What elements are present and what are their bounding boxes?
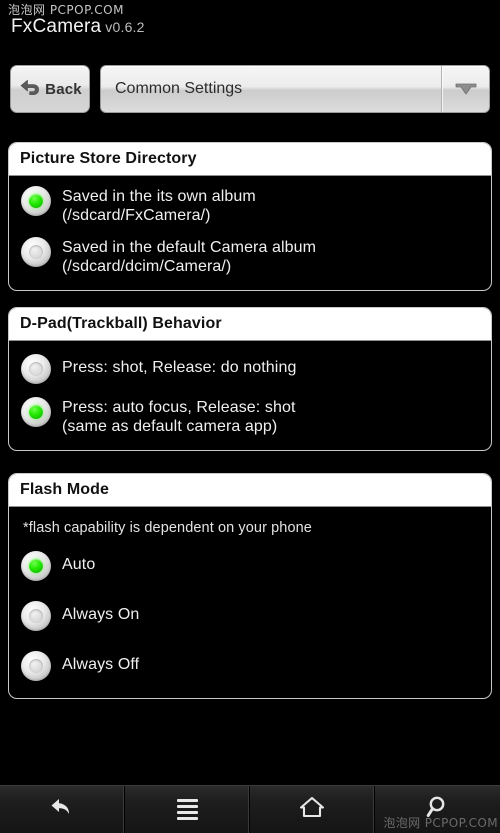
option-label: Saved in the its own album (/sdcard/FxCa… (62, 185, 256, 226)
flash-capability-note: *flash capability is dependent on your p… (23, 520, 312, 536)
back-arrow-icon (18, 77, 40, 102)
app-name: FxCamera (11, 16, 102, 37)
page-title: FxCamera v0.6.2 (11, 16, 145, 38)
option-line-1: Press: auto focus, Release: shot (62, 399, 296, 416)
option-label: Press: shot, Release: do nothing (62, 359, 296, 378)
panel-title: D-Pad(Trackball) Behavior (9, 308, 491, 341)
panel-body: *flash capability is dependent on your p… (9, 507, 491, 698)
panel-title: Picture Store Directory (9, 143, 491, 176)
option-row[interactable]: Auto (9, 540, 491, 590)
option-line-1: Press: shot, Release: do nothing (62, 358, 297, 376)
option-line-2: (/sdcard/dcim/Camera/) (62, 257, 232, 275)
radio-inner-dot (29, 405, 43, 419)
radio-inner-dot (29, 244, 43, 259)
radio-button[interactable] (21, 600, 51, 631)
radio-inner-dot (29, 608, 43, 623)
radio-button[interactable] (21, 186, 51, 216)
option-label: Press: auto focus, Release: shot (same a… (62, 396, 296, 437)
back-button-label: Back (45, 80, 82, 98)
option-line-1: Saved in the default Camera album (62, 238, 317, 256)
menu-icon (176, 799, 198, 820)
radio-button[interactable] (21, 550, 51, 581)
option-label: Auto (62, 556, 95, 575)
panel-dpad-behavior: D-Pad(Trackball) Behavior Press: shot, R… (8, 307, 492, 451)
nav-search-button[interactable] (375, 786, 500, 833)
option-row[interactable]: Press: auto focus, Release: shot (same a… (9, 391, 491, 442)
panel-body: Press: shot, Release: do nothing Press: … (9, 341, 491, 450)
option-line-1: Saved in the its own album (62, 188, 256, 205)
nav-back-button[interactable] (0, 786, 125, 833)
nav-home-button[interactable] (250, 786, 375, 833)
option-line-1: Always Off (62, 655, 140, 673)
system-navigation-bar (0, 785, 500, 833)
spinner-selected-value: Common Settings (115, 80, 243, 97)
panel-body: Saved in the its own album (/sdcard/FxCa… (9, 176, 491, 290)
radio-inner-dot (29, 658, 43, 673)
panel-flash-mode: Flash Mode *flash capability is dependen… (8, 473, 492, 699)
option-label: Always On (62, 606, 139, 625)
app-screen: 泡泡网 PCPOP.COM FxCamera v0.6.2 Back Common… (0, 0, 500, 833)
radio-inner-dot (29, 361, 43, 376)
radio-button[interactable] (21, 650, 51, 681)
option-row[interactable]: Always On (9, 590, 491, 640)
option-label: Saved in the default Camera album (/sdca… (62, 236, 316, 277)
chevron-down-icon[interactable] (441, 66, 489, 112)
option-line-1: Always On (62, 605, 140, 623)
option-line-2: (same as default camera app) (62, 417, 278, 435)
radio-button[interactable] (21, 397, 51, 427)
back-arrow-icon (49, 796, 75, 823)
panel-title: Flash Mode (9, 474, 491, 507)
option-row[interactable]: Always Off (9, 640, 491, 690)
settings-category-spinner[interactable]: Common Settings (100, 65, 490, 113)
home-icon (298, 795, 326, 824)
radio-inner-dot (29, 558, 43, 573)
toolbar: Back Common Settings (0, 63, 500, 115)
option-line-2: (/sdcard/FxCamera/) (62, 206, 211, 224)
radio-button[interactable] (21, 353, 51, 384)
option-row[interactable]: Saved in the default Camera album (/sdca… (9, 231, 491, 282)
back-button[interactable]: Back (10, 65, 90, 113)
nav-menu-button[interactable] (125, 786, 250, 833)
panel-picture-store-directory: Picture Store Directory Saved in the its… (8, 142, 492, 291)
option-row[interactable]: Saved in the its own album (/sdcard/FxCa… (9, 180, 491, 231)
radio-button[interactable] (21, 236, 51, 267)
search-icon (425, 794, 451, 825)
option-row[interactable]: Press: shot, Release: do nothing (9, 345, 491, 391)
option-line-1: Auto (62, 555, 96, 573)
app-version: v0.6.2 (105, 19, 145, 35)
option-label: Always Off (62, 656, 139, 675)
radio-inner-dot (29, 194, 43, 208)
